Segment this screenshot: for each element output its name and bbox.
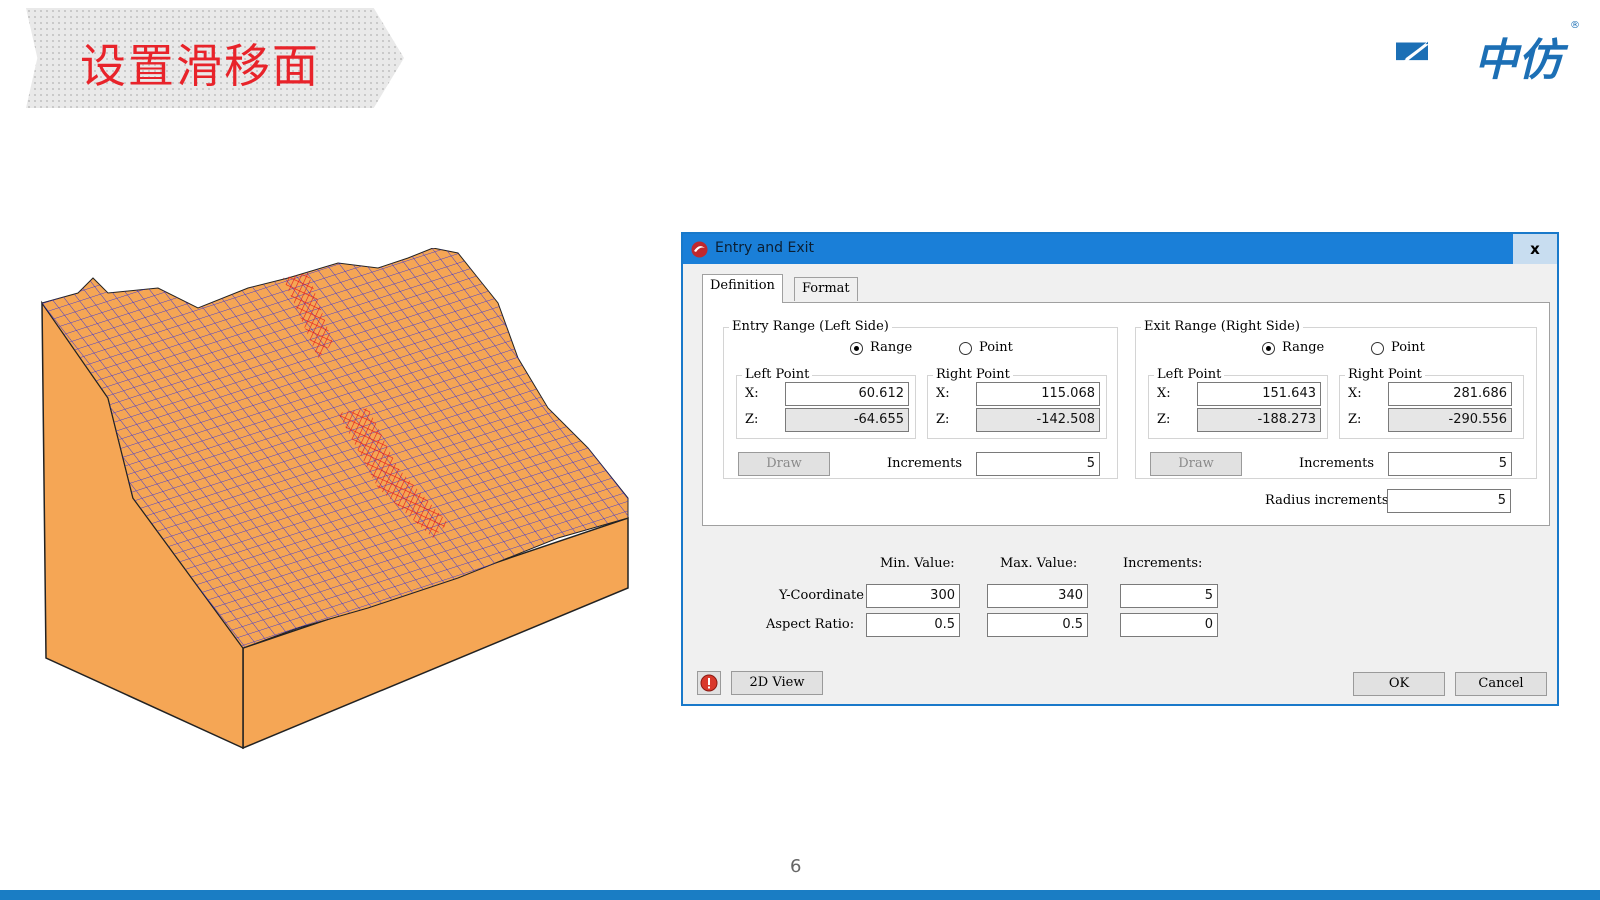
page-number: 6 [790, 856, 802, 877]
entry-right-z-label: Z: [936, 412, 950, 427]
entry-increments-label: Increments [887, 456, 962, 471]
exit-right-z-label: Z: [1348, 412, 1362, 427]
entry-exit-dialog: Entry and Exit x Definition Format Entry… [681, 232, 1559, 706]
entry-left-z-input[interactable]: -64.655 [785, 408, 909, 432]
entry-right-point-legend: Right Point [933, 367, 1013, 382]
bottom-bar [0, 890, 1600, 900]
exit-range-label: Range [1282, 340, 1325, 355]
tab-definition[interactable]: Definition [702, 274, 783, 303]
exit-left-point-group: Left Point X: 151.643 Z: -188.273 [1148, 367, 1328, 439]
exit-right-x-input[interactable]: 281.686 [1388, 382, 1512, 406]
entry-right-point-group: Right Point X: 115.068 Z: -142.508 [927, 367, 1107, 439]
max-value-header: Max. Value: [1000, 556, 1078, 571]
entry-draw-button[interactable]: Draw [738, 452, 830, 476]
entry-right-x-label: X: [936, 386, 950, 401]
exit-left-point-legend: Left Point [1154, 367, 1225, 382]
2d-view-button[interactable]: 2D View [731, 671, 823, 695]
radius-increments-label: Radius increments [1265, 493, 1389, 508]
logo-text: 中仿 [1474, 35, 1562, 86]
tab-format[interactable]: Format [794, 277, 858, 301]
entry-left-point-group: Left Point X: 60.612 Z: -64.655 [736, 367, 916, 439]
exit-range-group: Exit Range (Right Side) Range Point Left… [1135, 319, 1537, 479]
exit-point-label: Point [1391, 340, 1425, 355]
zhongfang-logo-icon [1396, 41, 1428, 61]
exit-range-legend: Exit Range (Right Side) [1141, 319, 1303, 334]
dialog-title: Entry and Exit [715, 240, 814, 256]
exit-right-z-input[interactable]: -290.556 [1388, 408, 1512, 432]
exit-range-radio[interactable] [1262, 342, 1275, 355]
exit-left-z-label: Z: [1157, 412, 1171, 427]
increments-header: Increments: [1123, 556, 1203, 571]
aspect-min-input[interactable]: 0.5 [866, 613, 960, 637]
aspect-max-input[interactable]: 0.5 [987, 613, 1088, 637]
radius-increments-input[interactable]: 5 [1387, 489, 1511, 513]
slide-title: 设置滑移面 [80, 39, 320, 93]
definition-panel: Entry Range (Left Side) Range Point Left… [702, 302, 1550, 526]
exit-right-point-legend: Right Point [1345, 367, 1425, 382]
slope-3d-model [41, 248, 629, 750]
entry-right-x-input[interactable]: 115.068 [976, 382, 1100, 406]
y-max-input[interactable]: 340 [987, 584, 1088, 608]
logo-registered-mark: ® [1570, 20, 1580, 31]
entry-left-z-label: Z: [745, 412, 759, 427]
close-button[interactable]: x [1513, 234, 1557, 264]
cancel-button[interactable]: Cancel [1455, 672, 1547, 696]
entry-increments-input[interactable]: 5 [976, 452, 1100, 476]
y-min-input[interactable]: 300 [866, 584, 960, 608]
dialog-titlebar[interactable]: Entry and Exit x [683, 234, 1557, 264]
exit-increments-label: Increments [1299, 456, 1374, 471]
entry-range-radio[interactable] [850, 342, 863, 355]
y-increments-input[interactable]: 5 [1120, 584, 1218, 608]
entry-left-x-label: X: [745, 386, 759, 401]
entry-range-label: Range [870, 340, 913, 355]
exit-left-z-input[interactable]: -188.273 [1197, 408, 1321, 432]
app-icon [691, 241, 708, 258]
exit-left-x-input[interactable]: 151.643 [1197, 382, 1321, 406]
exit-right-x-label: X: [1348, 386, 1362, 401]
entry-range-group: Entry Range (Left Side) Range Point Left… [723, 319, 1118, 479]
aspect-increments-input[interactable]: 0 [1120, 613, 1218, 637]
entry-range-legend: Entry Range (Left Side) [729, 319, 892, 334]
exit-draw-button[interactable]: Draw [1150, 452, 1242, 476]
exit-increments-input[interactable]: 5 [1388, 452, 1512, 476]
exit-left-x-label: X: [1157, 386, 1171, 401]
entry-right-z-input[interactable]: -142.508 [976, 408, 1100, 432]
exit-right-point-group: Right Point X: 281.686 Z: -290.556 [1339, 367, 1524, 439]
min-value-header: Min. Value: [880, 556, 955, 571]
exit-point-radio[interactable] [1371, 342, 1384, 355]
help-icon[interactable] [697, 671, 721, 695]
entry-point-label: Point [979, 340, 1013, 355]
aspect-ratio-label: Aspect Ratio: [766, 617, 855, 632]
entry-left-point-legend: Left Point [742, 367, 813, 382]
entry-point-radio[interactable] [959, 342, 972, 355]
entry-left-x-input[interactable]: 60.612 [785, 382, 909, 406]
ok-button[interactable]: OK [1353, 672, 1445, 696]
y-coordinate-label: Y-Coordinate [779, 588, 864, 603]
